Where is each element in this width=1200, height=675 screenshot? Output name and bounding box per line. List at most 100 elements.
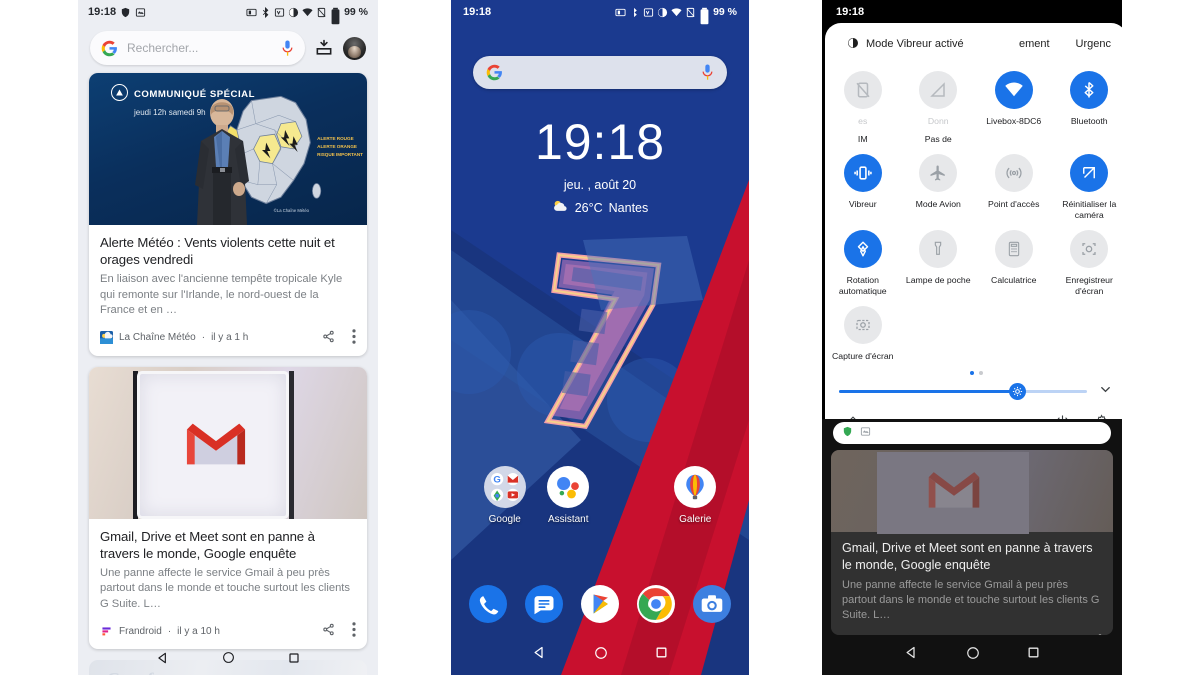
phone-screen-discover-feed: 19:18 99 % Rechercher... COMMUNIQUÉ SPÉC… <box>78 0 378 675</box>
feed-card-gmail[interactable]: Gmail, Drive et Meet sont en panne à tra… <box>89 366 367 649</box>
user-avatar[interactable] <box>343 36 366 60</box>
bluetooth-icon <box>629 7 640 18</box>
google-folder-icon: G <box>483 466 526 508</box>
qs-tile-mobile-data[interactable]: Donn Pas de <box>901 64 977 147</box>
battery-percent: 99 % <box>344 6 368 18</box>
weather-presenter-photo <box>195 99 249 225</box>
messages-icon[interactable] <box>525 585 563 623</box>
overflow-menu-icon[interactable] <box>352 328 356 347</box>
qs-tile-mode-avion[interactable]: Mode Avion <box>901 147 977 223</box>
qs-tile-label: Point d'accès <box>988 199 1040 209</box>
chevron-down-icon[interactable] <box>1098 382 1113 402</box>
card-footer: La Chaîne Météo · il y a 1 h <box>89 321 367 356</box>
qs-tile-label: IM <box>857 133 868 144</box>
qs-tile-sublabel: es <box>858 116 868 126</box>
battery-icon <box>330 7 341 24</box>
qs-tile-bluetooth[interactable]: Bluetooth <box>1052 64 1123 147</box>
search-input[interactable]: Rechercher... <box>90 31 305 65</box>
collections-icon[interactable] <box>314 38 334 58</box>
hotspot-icon <box>994 154 1033 192</box>
auto-rotate-icon <box>843 230 882 268</box>
home-nav-icon[interactable] <box>966 646 980 665</box>
share-icon[interactable] <box>322 623 335 639</box>
qs-tile-label: Pas de <box>924 133 952 144</box>
link-urgence-clipped[interactable]: Urgenc <box>1076 38 1111 50</box>
source-logo-frandroid <box>100 624 113 638</box>
status-bar-time: 19:18 <box>88 6 117 18</box>
app-google-folder[interactable]: G Google <box>473 466 537 525</box>
qs-tile-rotation-automatique[interactable]: Rotation automatique <box>825 223 901 299</box>
card-body: Alerte Météo : Vents violents cette nuit… <box>89 225 367 321</box>
home-search-widget[interactable] <box>473 56 727 89</box>
overflow-menu-icon[interactable] <box>352 622 356 640</box>
qs-tile-lampe-de-poche[interactable]: Lampe de poche <box>901 223 977 299</box>
qs-tile-reinitialiser-camera[interactable]: Réinitialiser la caméra <box>1052 147 1123 223</box>
qs-tile-calculatrice[interactable]: Calculatrice <box>976 223 1052 299</box>
google-assistant-icon <box>547 466 590 508</box>
brightness-icon[interactable] <box>1009 383 1027 400</box>
phone-icon[interactable] <box>469 585 507 623</box>
app-empty-slot <box>600 466 664 525</box>
app-assistant[interactable]: Assistant <box>537 466 601 525</box>
status-bar-time: 19:18 <box>463 6 492 18</box>
recents-nav-icon[interactable] <box>288 651 300 669</box>
status-bar-left-group: 19:18 <box>88 6 146 18</box>
back-nav-icon[interactable] <box>904 645 919 665</box>
qs-tile-label: Livebox-8DC6 <box>986 116 1042 126</box>
chrome-icon[interactable] <box>637 585 675 623</box>
qs-tile-label: Capture d'écran <box>831 351 894 361</box>
status-bar-right-group: 99 % <box>246 6 368 24</box>
card-footer: Frandroid · il y a 10 h <box>89 614 367 649</box>
app-galerie[interactable]: Galerie <box>664 466 728 525</box>
weather-broadcast-image: COMMUNIQUÉ SPÉCIAL jeudi 12h samedi 9h A… <box>89 73 367 225</box>
share-icon[interactable] <box>322 330 335 346</box>
brightness-slider[interactable] <box>839 383 1087 400</box>
weather-image-copyright: ©La Chaîne Météo <box>273 208 309 213</box>
qs-tile-wifi[interactable]: Livebox-8DC6 <box>976 64 1052 147</box>
navigation-bar-right <box>822 635 1122 675</box>
wallpaper-graphic <box>451 0 749 675</box>
card-separator: · <box>167 625 172 637</box>
home-nav-icon[interactable] <box>222 651 235 669</box>
screenshot-icon <box>843 306 882 344</box>
camera-icon[interactable] <box>693 585 731 623</box>
qs-tile-sim[interactable]: es IM <box>825 64 901 147</box>
page-dot[interactable] <box>978 370 983 375</box>
microphone-icon[interactable] <box>701 64 714 81</box>
dimmed-feed-card-gmail[interactable]: Gmail, Drive et Meet sont en panne à tra… <box>831 450 1113 635</box>
dnd-icon <box>288 7 299 18</box>
qs-tile-enregistreur-decran[interactable]: Enregistreur d'écran <box>1052 223 1123 299</box>
recents-nav-icon[interactable] <box>1027 646 1040 664</box>
qs-tile-label: Lampe de poche <box>905 275 971 285</box>
clock-weather-widget[interactable]: 19:18 jeu. , août 20 26°C Nantes <box>451 117 749 216</box>
phone-bezel-right <box>289 370 294 519</box>
status-bar-right-group: 99 % <box>615 6 737 24</box>
page-dot-active[interactable] <box>969 370 974 375</box>
calculator-icon <box>994 230 1033 268</box>
home-nav-icon[interactable] <box>594 646 608 665</box>
flashlight-icon <box>919 230 958 268</box>
play-store-icon[interactable] <box>581 585 619 623</box>
discover-search-row: Rechercher... <box>78 24 378 73</box>
qs-tile-vibreur[interactable]: Vibreur <box>825 147 901 223</box>
microphone-icon[interactable] <box>281 40 294 57</box>
quick-settings-panel: Mode Vibreur activé ement Urgenc es IM D… <box>825 23 1122 444</box>
qs-tile-label: Vibreur <box>848 199 877 209</box>
card-timestamp: il y a 10 h <box>177 625 220 637</box>
warning-triangle-icon <box>111 84 128 101</box>
recents-nav-icon[interactable] <box>655 646 668 664</box>
link-parametres-clipped[interactable]: ement <box>1019 38 1050 50</box>
status-pill <box>833 422 1111 444</box>
feed-card-weather[interactable]: COMMUNIQUÉ SPÉCIAL jeudi 12h samedi 9h A… <box>89 73 367 356</box>
card-title: Gmail, Drive et Meet sont en panne à tra… <box>100 528 315 561</box>
quick-settings-tile-grid: es IM Donn Pas de Livebox-8DC6 Bluetooth… <box>825 55 1122 367</box>
card-snippet: En liaison avec l'ancienne tempête tropi… <box>100 273 343 316</box>
mobile-data-icon <box>919 71 958 109</box>
qs-tile-capture-decran[interactable]: Capture d'écran <box>825 299 901 365</box>
bluetooth-icon <box>1070 71 1109 109</box>
back-nav-icon[interactable] <box>156 651 170 670</box>
dimmed-card-body: Gmail, Drive et Meet sont en panne à tra… <box>831 532 1113 625</box>
qs-tile-point-dacces[interactable]: Point d'accès <box>976 147 1052 223</box>
back-nav-icon[interactable] <box>532 645 547 665</box>
dimmed-card-footer: Frandroid · il y a 10 h <box>831 625 1113 635</box>
